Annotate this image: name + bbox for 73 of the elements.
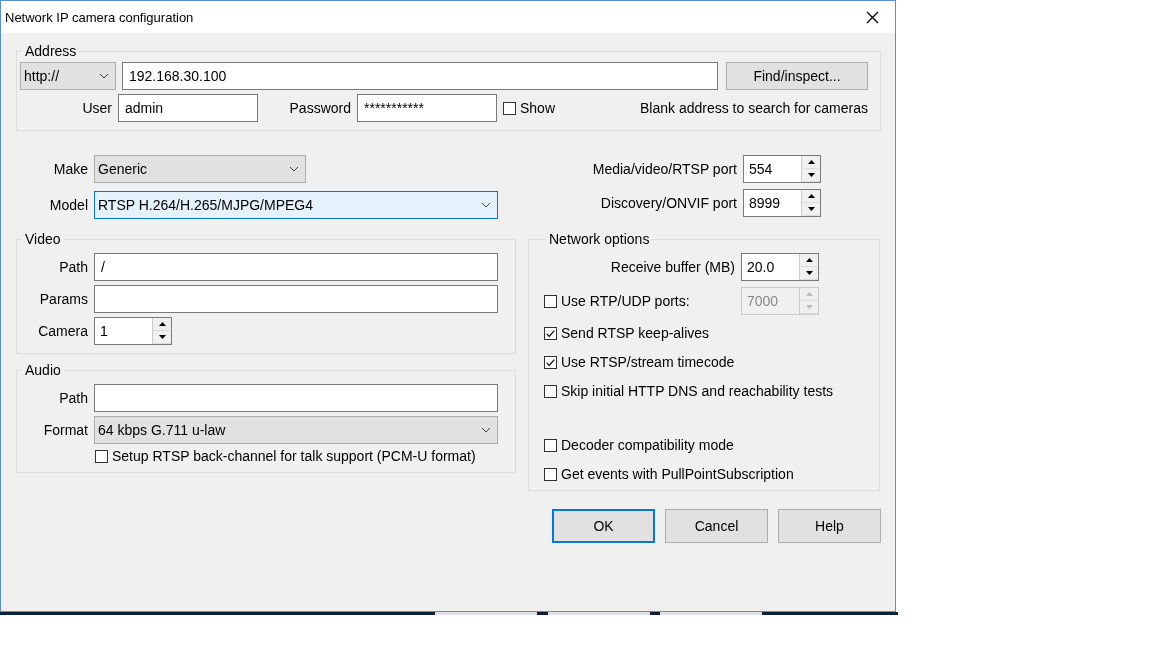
field-label: Discovery/ONVIF port (600, 195, 737, 211)
scheme-dropdown[interactable]: http:// (20, 62, 116, 90)
field-label: Params (38, 291, 88, 307)
password-field[interactable]: *********** (357, 94, 497, 122)
checkbox[interactable] (544, 355, 557, 369)
spin-up-button[interactable] (153, 318, 171, 331)
checkbox[interactable] (503, 101, 516, 115)
field-label: Model (48, 197, 88, 213)
checkbox[interactable] (544, 467, 557, 481)
down-arrow-icon (158, 335, 166, 339)
field-label: Camera (37, 323, 88, 339)
path-field[interactable]: / (94, 253, 498, 281)
field-label: Path (58, 390, 88, 406)
spin-up-button[interactable] (802, 190, 820, 203)
dialog-button[interactable]: Cancel (665, 509, 768, 543)
format-dropdown[interactable]: 64 kbps G.711 u-law (94, 416, 498, 444)
spin-field[interactable]: 1 (94, 317, 172, 345)
dialog-button[interactable]: OK (552, 509, 655, 543)
field-label: Path (58, 259, 88, 275)
spin-down-button[interactable] (802, 203, 820, 216)
down-arrow-icon (805, 271, 813, 275)
group-label: Network options (548, 231, 651, 247)
down-arrow-icon (805, 305, 813, 309)
option-checkbox[interactable]: Send RTSP keep-alives (544, 325, 871, 341)
backchannel-checkbox[interactable]: Setup RTSP back-channel for talk support (PCM-U format) (95, 448, 476, 464)
field-label: Password (288, 100, 351, 116)
field-label: User (81, 100, 112, 116)
field-label: Receive buffer (MB) (610, 259, 735, 275)
checkbox[interactable] (544, 326, 557, 340)
field-label: Make (52, 161, 88, 177)
option-checkbox[interactable]: Skip initial HTTP DNS and reachability tests (544, 383, 871, 399)
field-label: Media/video/RTSP port (592, 161, 737, 177)
option-checkbox[interactable]: Get events with PullPointSubscription (544, 466, 871, 482)
make-dropdown[interactable]: Generic (94, 155, 306, 183)
spin-down-button[interactable] (800, 267, 818, 280)
path-field[interactable] (94, 384, 498, 412)
down-arrow-icon (807, 207, 815, 211)
params-field[interactable] (94, 285, 498, 313)
spin-field[interactable]: 20.0 (741, 253, 819, 281)
spin-down-button[interactable] (153, 331, 171, 344)
hint-text: Blank address to search for cameras (640, 100, 869, 116)
group-label: Audio (24, 362, 62, 378)
up-arrow-icon (807, 194, 815, 198)
find-inspect-button[interactable]: Find/inspect... (726, 62, 868, 90)
spin-up-button[interactable] (800, 254, 818, 267)
up-arrow-icon (805, 292, 813, 296)
up-arrow-icon (158, 322, 166, 326)
field-label: Format (42, 422, 88, 438)
spin-field[interactable]: 554 (743, 155, 821, 183)
window-title: Network IP camera configuration (5, 9, 194, 25)
spin-down-button[interactable] (802, 169, 820, 182)
checkbox[interactable] (544, 438, 557, 452)
option-checkbox[interactable]: Use RTSP/stream timecode (544, 354, 871, 370)
checkbox[interactable] (544, 384, 557, 398)
show-checkbox[interactable]: Show (503, 100, 556, 116)
user-field[interactable]: admin (118, 94, 258, 122)
option-checkbox[interactable]: Decoder compatibility mode (544, 437, 871, 453)
checkbox[interactable] (95, 449, 108, 463)
down-arrow-icon (807, 173, 815, 177)
up-arrow-icon (807, 160, 815, 164)
chevron-down-icon (289, 166, 299, 172)
model-dropdown[interactable]: RTSP H.264/H.265/MJPG/MPEG4 (94, 191, 498, 219)
chevron-down-icon (481, 202, 491, 208)
dialog-button[interactable]: Help (778, 509, 881, 543)
up-arrow-icon (805, 258, 813, 262)
group-label: Video (24, 231, 62, 247)
group-label: Address (24, 43, 78, 59)
address-field[interactable]: 192.168.30.100 (122, 62, 718, 90)
spin-up-button[interactable] (802, 156, 820, 169)
chevron-down-icon (481, 427, 491, 433)
close-icon (865, 10, 879, 24)
spin-field[interactable]: 8999 (743, 189, 821, 217)
chevron-down-icon (99, 73, 109, 79)
